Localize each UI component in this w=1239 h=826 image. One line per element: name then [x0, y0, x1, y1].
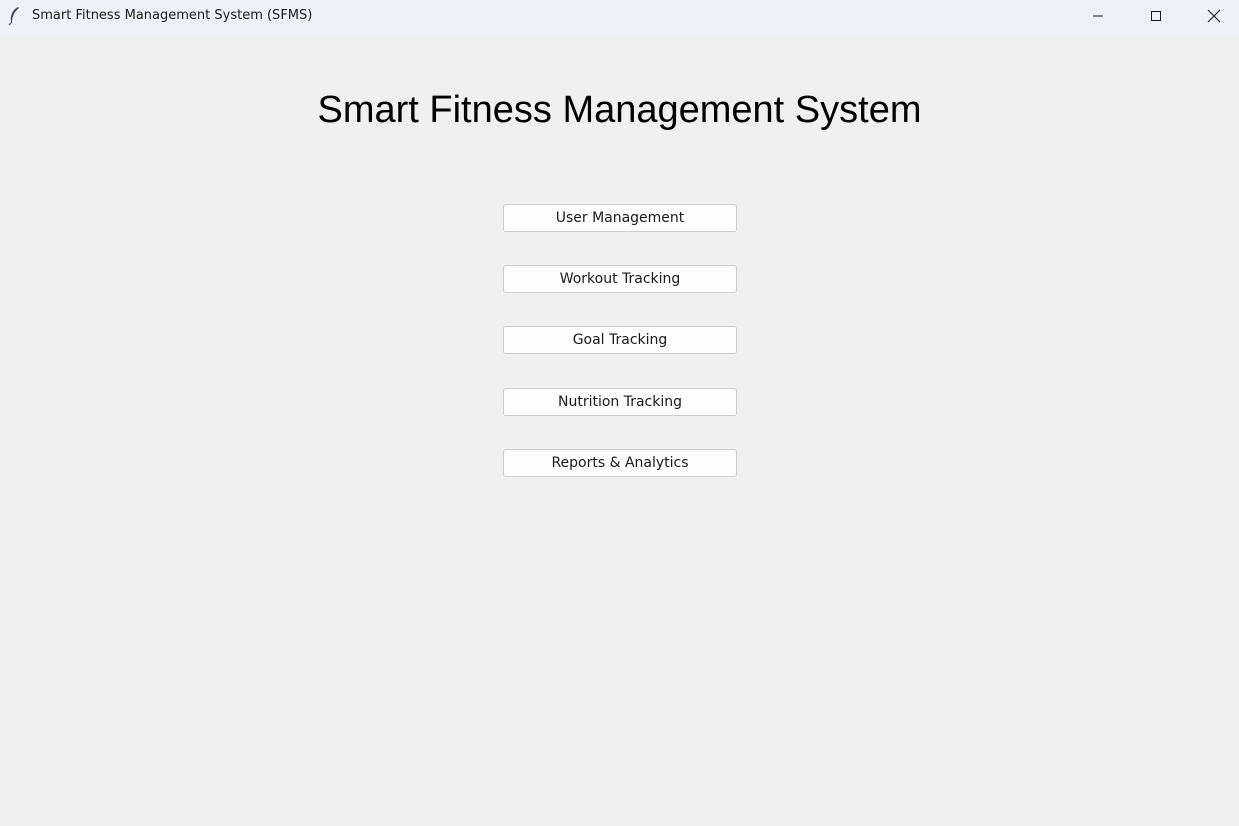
main-content: Smart Fitness Management System User Man… — [0, 34, 1239, 826]
feather-icon — [6, 6, 22, 26]
goal-tracking-button[interactable]: Goal Tracking — [503, 326, 737, 354]
window-title: Smart Fitness Management System (SFMS) — [32, 8, 313, 23]
nutrition-tracking-button[interactable]: Nutrition Tracking — [503, 388, 737, 416]
title-bar[interactable]: Smart Fitness Management System (SFMS) — [0, 0, 1239, 34]
reports-analytics-button[interactable]: Reports & Analytics — [503, 449, 737, 477]
minimize-icon — [1093, 15, 1103, 17]
close-button[interactable] — [1185, 0, 1239, 32]
close-icon — [1207, 9, 1221, 23]
maximize-icon — [1151, 11, 1161, 21]
maximize-button[interactable] — [1127, 0, 1185, 32]
minimize-button[interactable] — [1069, 0, 1127, 32]
workout-tracking-button[interactable]: Workout Tracking — [503, 265, 737, 293]
app-window: Smart Fitness Management System (SFMS) S… — [0, 0, 1239, 826]
page-title: Smart Fitness Management System — [317, 89, 922, 131]
user-management-button[interactable]: User Management — [503, 204, 737, 232]
